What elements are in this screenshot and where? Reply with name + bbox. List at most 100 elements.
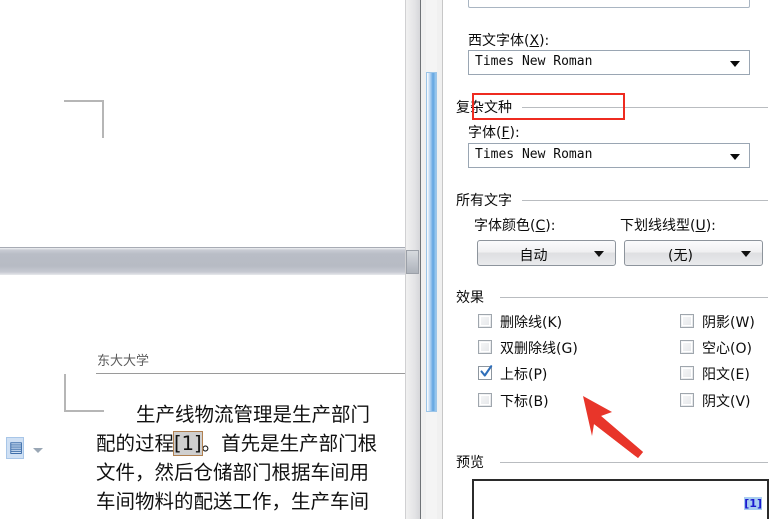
font-dialog[interactable]: 西文字体(X): Times New Roman 复杂文种 字体(F): Tim… bbox=[420, 0, 771, 519]
accel-key: K bbox=[547, 315, 557, 331]
underline-style-value: (无) bbox=[668, 248, 693, 264]
all-text-group-header: 所有文字 bbox=[456, 190, 768, 210]
label-text: 字体( bbox=[468, 125, 502, 141]
superscript-highlight-box bbox=[472, 93, 625, 120]
font-color-button[interactable]: 自动 bbox=[477, 240, 616, 266]
accel-key: B bbox=[533, 394, 544, 410]
complex-font-combo[interactable]: Times New Roman bbox=[468, 143, 750, 168]
latin-font-combo[interactable]: Times New Roman bbox=[468, 50, 750, 75]
accel-key: W bbox=[735, 315, 750, 331]
document-page-upper bbox=[0, 0, 420, 247]
checkbox-box[interactable] bbox=[680, 340, 694, 354]
accel-key: E bbox=[735, 367, 745, 383]
dialog-vertical-scrollbar[interactable] bbox=[421, 0, 443, 519]
label-text: 西文字体( bbox=[468, 33, 530, 49]
checkbox-box[interactable] bbox=[478, 340, 492, 354]
chevron-down-icon[interactable] bbox=[741, 251, 751, 257]
scrolled-off-combo[interactable] bbox=[468, 0, 750, 8]
checkbox-box[interactable] bbox=[478, 393, 492, 407]
font-dialog-content: 西文字体(X): Times New Roman 复杂文种 字体(F): Tim… bbox=[444, 0, 771, 519]
clipboard-icon: ▤ bbox=[9, 439, 24, 456]
label-text: 上标( bbox=[500, 367, 534, 383]
accel-key: X bbox=[529, 33, 540, 49]
checkmark-icon bbox=[480, 365, 493, 377]
document-body-paragraph[interactable]: 生产线物流管理是生产部门 配的过程[1]。首先是生产部门根 文件，然后仓储部门根… bbox=[96, 400, 420, 516]
checkbox-box[interactable] bbox=[478, 314, 492, 328]
selected-reference-mark[interactable]: [1] bbox=[173, 431, 203, 456]
accel-key: C bbox=[535, 218, 546, 234]
label-tail: ) bbox=[556, 315, 563, 331]
accel-key: F bbox=[501, 125, 510, 141]
label-text: 空心( bbox=[702, 341, 736, 357]
label-tail: ) bbox=[745, 394, 751, 410]
group-rule bbox=[522, 200, 768, 201]
checkbox-label: 空心(O) bbox=[702, 338, 752, 358]
label-tail: ) bbox=[744, 367, 750, 383]
document-canvas[interactable]: 东大大学 生产线物流管理是生产部门 配的过程[1]。首先是生产部门根 文件，然后… bbox=[0, 0, 420, 519]
checkbox-label: 删除线(K) bbox=[500, 312, 562, 332]
label-text: 下划线线型( bbox=[620, 218, 696, 234]
font-color-label: 字体颜色(C): bbox=[474, 215, 555, 235]
line-text: 。首先是生产部门根 bbox=[201, 432, 378, 455]
label-text: 双删除线( bbox=[500, 341, 562, 357]
checkbox-label: 上标(P) bbox=[500, 364, 547, 384]
label-text: 下标( bbox=[500, 394, 534, 410]
complex-font-value: Times New Roman bbox=[475, 147, 593, 162]
line-text: 配的过程 bbox=[96, 432, 175, 455]
underline-style-button[interactable]: (无) bbox=[624, 240, 763, 266]
dialog-scrollbar-thumb[interactable] bbox=[426, 72, 437, 412]
paste-options-icon[interactable]: ▤ bbox=[6, 437, 24, 459]
page-break-separator bbox=[0, 247, 420, 276]
accel-key: G bbox=[561, 341, 573, 357]
accel-key: V bbox=[735, 394, 746, 410]
checkbox-label: 阳文(E) bbox=[702, 364, 750, 384]
document-scrollbar-thumb[interactable] bbox=[406, 250, 419, 274]
document-line: 车间物料的配送工作，生产车间 bbox=[96, 487, 420, 516]
preview-sample-text: [1] bbox=[744, 497, 762, 510]
preview-group-header: 预览 bbox=[456, 452, 768, 472]
label-tail: ): bbox=[539, 33, 550, 49]
complex-font-label: 字体(F): bbox=[468, 122, 520, 142]
line-text: 文件，然后仓储部门根据车间用 bbox=[96, 461, 370, 484]
label-text: 阴文( bbox=[702, 394, 736, 410]
label-tail: ): bbox=[509, 125, 520, 141]
label-text: 删除线( bbox=[500, 315, 548, 331]
checkbox-label: 下标(B) bbox=[500, 391, 549, 411]
checkbox-box[interactable] bbox=[680, 393, 694, 407]
document-line: 生产线物流管理是生产部门 bbox=[96, 400, 420, 429]
chevron-down-icon[interactable] bbox=[730, 154, 740, 160]
text-boundary-corner-mark-top bbox=[64, 100, 104, 138]
latin-font-value: Times New Roman bbox=[475, 54, 593, 69]
font-color-value: 自动 bbox=[519, 248, 548, 264]
accel-key: O bbox=[735, 341, 747, 357]
chevron-down-icon[interactable] bbox=[594, 251, 604, 257]
effects-group-header: 效果 bbox=[456, 287, 768, 307]
label-text: 字体颜色( bbox=[474, 218, 536, 234]
group-title: 预览 bbox=[456, 455, 484, 471]
accel-key: P bbox=[533, 367, 542, 383]
group-rule bbox=[500, 462, 768, 463]
checkbox-label: 双删除线(G) bbox=[500, 338, 578, 358]
document-line: 配的过程[1]。首先是生产部门根 bbox=[96, 429, 420, 458]
line-text: 车间物料的配送工作，生产车间 bbox=[96, 490, 370, 513]
chevron-down-icon[interactable] bbox=[730, 61, 740, 67]
document-header-rule bbox=[96, 373, 420, 374]
checkbox-label: 阴影(W) bbox=[702, 312, 755, 332]
label-tail: ): bbox=[545, 218, 556, 234]
checkbox-box[interactable] bbox=[680, 314, 694, 328]
label-tail: ) bbox=[746, 341, 752, 357]
label-tail: ) bbox=[541, 367, 548, 383]
latin-font-label: 西文字体(X): bbox=[468, 30, 549, 50]
font-preview-box: [1] bbox=[472, 479, 769, 519]
label-tail: ) bbox=[543, 394, 549, 410]
line-text: 生产线物流管理是生产部门 bbox=[136, 403, 371, 426]
accel-key: U bbox=[695, 218, 706, 234]
chevron-down-icon[interactable] bbox=[33, 448, 43, 453]
checkbox-box[interactable] bbox=[680, 366, 694, 380]
document-header-text: 东大大学 bbox=[97, 354, 150, 369]
group-title: 效果 bbox=[456, 290, 484, 306]
group-title: 所有文字 bbox=[456, 193, 512, 209]
label-tail: ) bbox=[572, 341, 578, 357]
label-tail: ) bbox=[749, 315, 755, 331]
group-rule bbox=[500, 297, 768, 298]
